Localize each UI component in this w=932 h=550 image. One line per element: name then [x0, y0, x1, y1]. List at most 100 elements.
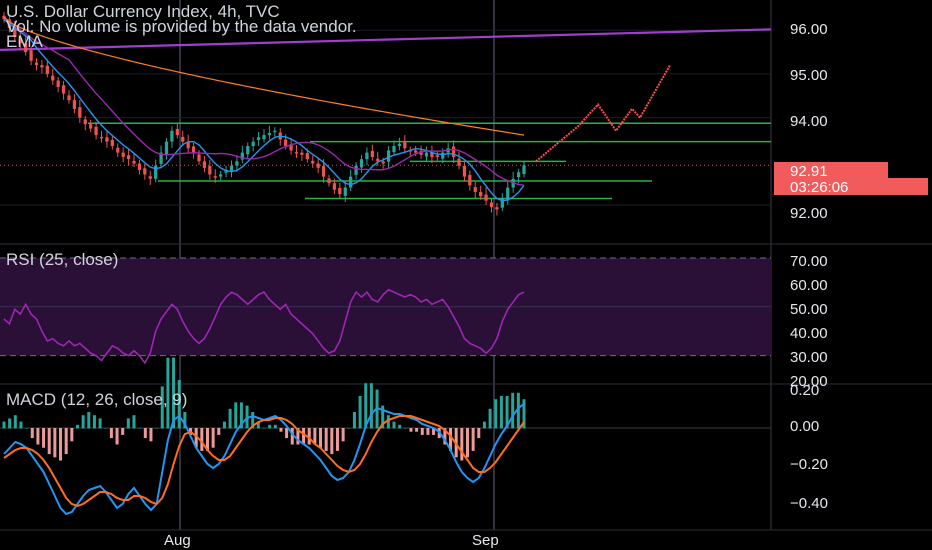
candle-body — [370, 150, 374, 157]
price-tick: 94.00 — [790, 113, 828, 130]
price-tick: 95.00 — [790, 67, 828, 84]
macd-histogram-bar — [494, 399, 498, 429]
candle-body — [143, 168, 147, 175]
macd-histogram-bar — [87, 412, 91, 429]
macd-histogram-bar — [460, 428, 464, 461]
macd-histogram-bar — [273, 424, 277, 429]
candle-body — [495, 207, 499, 210]
macd-histogram-bar — [64, 428, 68, 455]
candle-body — [40, 65, 44, 68]
candle-body — [121, 152, 125, 157]
candle-body — [213, 176, 217, 178]
candle-body — [67, 95, 71, 101]
candle-body — [516, 172, 521, 178]
candle-body — [321, 166, 326, 177]
rsi-tick: 30.00 — [790, 349, 828, 366]
candle-body — [381, 161, 385, 164]
rsi-tick: 70.00 — [790, 253, 828, 270]
macd-histogram-bar — [477, 428, 481, 439]
macd-histogram-bar — [59, 428, 63, 461]
macd-histogram-bar — [126, 418, 130, 429]
macd-histogram-bar — [488, 408, 492, 429]
ema-label: EMA — [6, 32, 44, 51]
macd-histogram-bar — [81, 415, 85, 429]
candle-body — [99, 136, 104, 139]
macd-histogram-bar — [358, 396, 362, 429]
candle-body — [251, 141, 255, 147]
macd-histogram-bar — [285, 428, 289, 439]
macd-histogram-bar — [234, 402, 238, 429]
candle-body — [273, 130, 277, 133]
macd-histogram-bar — [420, 428, 424, 435]
macd-histogram-bar — [426, 428, 430, 435]
candle-body — [349, 176, 353, 188]
macd-tick: 0.20 — [790, 382, 819, 399]
candle-body — [484, 194, 488, 201]
candle-body — [441, 152, 445, 159]
candle-body — [359, 159, 364, 168]
macd-histogram-bar — [92, 415, 96, 429]
macd-histogram-bar — [341, 428, 345, 442]
candle-body — [267, 132, 272, 136]
candle-body — [294, 152, 299, 154]
macd-histogram-bar — [30, 428, 34, 439]
candle-body — [327, 178, 331, 184]
candle-body — [148, 176, 152, 179]
macd-histogram-bar — [369, 383, 373, 429]
macd-tick: 0.00 — [790, 418, 819, 435]
candle-body — [235, 161, 239, 166]
macd-histogram-bar — [403, 428, 407, 429]
candle-body — [256, 137, 261, 140]
candle-body — [468, 174, 472, 186]
candle-body — [397, 143, 402, 147]
candle-body — [164, 141, 169, 155]
candle-body — [137, 163, 142, 171]
candle-body — [489, 202, 494, 208]
macd-histogram-bar — [347, 428, 351, 429]
candle-body — [72, 100, 77, 109]
candle-body — [51, 75, 55, 81]
rsi-label: RSI (25, close) — [6, 250, 118, 269]
macd-histogram-bar — [138, 428, 142, 429]
candle-body — [479, 191, 483, 197]
candle-body — [202, 161, 207, 168]
candle-body — [332, 183, 337, 190]
candle-body — [305, 153, 309, 160]
candle-body — [435, 155, 439, 157]
macd-histogram-bar — [319, 428, 323, 448]
candle-body — [219, 174, 223, 177]
candle-body — [311, 160, 315, 164]
macd-histogram-bar — [47, 428, 51, 455]
last-price-label: 92.91 — [790, 163, 828, 180]
candle-body — [343, 187, 347, 196]
candle-body — [197, 154, 201, 162]
candle-body — [83, 119, 87, 125]
candle-body — [246, 146, 250, 155]
macd-histogram-bar — [53, 428, 57, 458]
tradingview-chart[interactable]: 96.00 95.00 94.00 92.00 92.91 03:26:06 7… — [0, 0, 932, 550]
macd-histogram-bar — [499, 396, 503, 429]
rsi-panel[interactable] — [0, 257, 771, 365]
candle-body — [392, 146, 396, 153]
macd-histogram-bar — [109, 428, 113, 439]
rsi-tick: 60.00 — [790, 277, 828, 294]
macd-histogram-bar — [302, 428, 306, 445]
macd-histogram-bar — [222, 421, 226, 429]
candle-body — [191, 146, 196, 153]
candle-body — [462, 165, 467, 177]
macd-histogram-bar — [471, 428, 475, 451]
macd-histogram-bar — [482, 421, 486, 429]
candle-body — [451, 146, 456, 157]
macd-histogram-bar — [409, 428, 413, 432]
macd-histogram-bar — [42, 428, 46, 448]
candle-body — [132, 160, 136, 164]
macd-histogram-bar — [324, 428, 328, 451]
candle-body — [181, 136, 185, 142]
macd-histogram-bar — [155, 428, 159, 429]
macd-histogram-bar — [115, 428, 119, 445]
macd-histogram-bar — [392, 421, 396, 429]
macd-histogram-bar — [104, 428, 108, 429]
candle-body — [284, 139, 288, 147]
candle-body — [506, 187, 510, 201]
countdown-label: 03:26:06 — [790, 179, 848, 196]
